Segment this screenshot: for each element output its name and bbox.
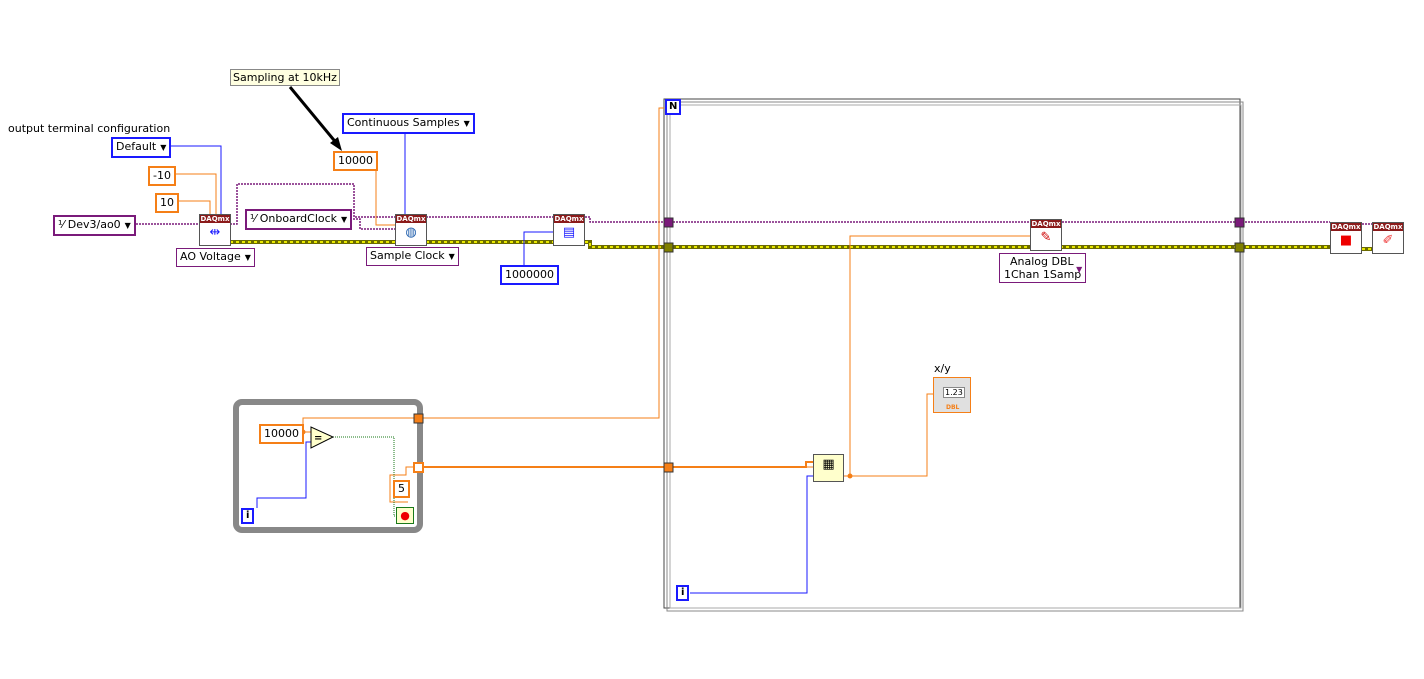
array-icon: ▦ [822, 457, 835, 472]
write-pencil-icon: ✎ [1040, 230, 1052, 245]
sample-mode-value: Continuous Samples [347, 116, 460, 129]
terminal-config-label: output terminal configuration [8, 122, 171, 135]
daqmx-buffer-config-node[interactable]: DAQmx ▤ [553, 214, 585, 246]
dropdown-icon: ▼ [124, 221, 131, 230]
svg-text:=: = [314, 433, 322, 444]
node-header: DAQmx [1031, 220, 1061, 228]
write-selector[interactable]: Analog DBL 1Chan 1Samp ▼ [999, 253, 1087, 283]
enum-value: Default [116, 140, 157, 153]
while-loop-frame [233, 399, 423, 533]
daqmx-create-channel-node[interactable]: DAQmx ⇹ [199, 214, 231, 246]
min-value-constant[interactable]: -10 [148, 166, 176, 186]
node-header: DAQmx [200, 215, 230, 223]
task-shift-register-right [1234, 217, 1245, 228]
dropdown-icon: ▼ [1076, 265, 1083, 274]
create-channel-selector[interactable]: AO Voltage ▼ [176, 248, 255, 267]
node-header: DAQmx [1331, 223, 1361, 231]
rate-constant[interactable]: 10000 [333, 151, 378, 171]
node-header: DAQmx [396, 215, 426, 223]
buffer-size-constant[interactable]: 1000000 [500, 265, 559, 285]
array-tunnel [663, 462, 674, 473]
selector-value: Sample Clock [370, 249, 445, 262]
io-icon: ⅟ [250, 212, 260, 225]
dropdown-icon: ▼ [448, 252, 455, 261]
for-loop-frame [663, 98, 1244, 612]
selector-line1: Analog DBL [1010, 255, 1074, 268]
five-constant[interactable]: 5 [393, 480, 410, 498]
dropdown-icon: ▼ [244, 253, 251, 262]
max-value-constant[interactable]: 10 [155, 193, 179, 213]
block-diagram: = output terminal configuration Sampling… [0, 0, 1424, 679]
timing-selector[interactable]: Sample Clock ▼ [366, 247, 459, 266]
dropdown-icon: ▼ [341, 215, 348, 224]
comment-label: Sampling at 10kHz [230, 69, 340, 86]
for-loop-index-terminal: i [676, 585, 690, 601]
terminal-config-enum[interactable]: Default ▼ [111, 137, 172, 158]
error-shift-register-left [663, 242, 674, 253]
error-shift-register-right [1234, 242, 1245, 253]
daqmx-clear-task-node[interactable]: DAQmx ■ [1330, 222, 1362, 254]
channel-value: Dev3/ao0 [67, 218, 121, 231]
while-limit-constant[interactable]: 10000 [259, 424, 304, 444]
while-tunnel-scalar [413, 413, 424, 424]
io-icon: ⅟ [58, 218, 68, 231]
create-channel-icon: ⇹ [209, 225, 221, 240]
indicator-value: 1.23 [943, 387, 965, 398]
daqmx-write-node[interactable]: DAQmx ✎ [1030, 219, 1062, 251]
index-array-function[interactable]: ▦ [813, 454, 844, 482]
while-tunnel-array [413, 462, 424, 473]
eraser-icon: ✐ [1382, 233, 1394, 248]
dropdown-icon: ▼ [463, 119, 470, 128]
xy-numeric-indicator[interactable]: 1.23 DBL [933, 377, 971, 413]
selector-line2: 1Chan 1Samp [1004, 268, 1082, 281]
daqmx-timing-node[interactable]: DAQmx ◍ [395, 214, 427, 246]
node-header: DAQmx [554, 215, 584, 223]
stop-condition-terminal[interactable]: ● [396, 507, 414, 524]
channel-constant[interactable]: ⅟ Dev3/ao0 ▼ [53, 215, 136, 236]
wires: = [133, 86, 1372, 612]
selector-value: AO Voltage [180, 250, 241, 263]
stop-square-icon: ■ [1339, 233, 1353, 248]
node-header: DAQmx [1373, 223, 1403, 231]
buffer-icon: ▤ [562, 225, 576, 240]
dropdown-icon: ▼ [160, 143, 167, 152]
clock-source-constant[interactable]: ⅟ OnboardClock ▼ [245, 209, 353, 230]
indicator-label: x/y [934, 362, 951, 375]
sample-mode-enum[interactable]: Continuous Samples ▼ [342, 113, 475, 134]
while-loop-index-terminal: i [241, 508, 255, 524]
task-shift-register-left [663, 217, 674, 228]
indicator-type: DBL [946, 404, 960, 411]
for-loop-count-terminal[interactable]: N [665, 99, 682, 115]
clock-icon: ◍ [405, 225, 417, 240]
daqmx-erase-node[interactable]: DAQmx ✐ [1372, 222, 1404, 254]
clock-source-value: OnboardClock [259, 212, 338, 225]
